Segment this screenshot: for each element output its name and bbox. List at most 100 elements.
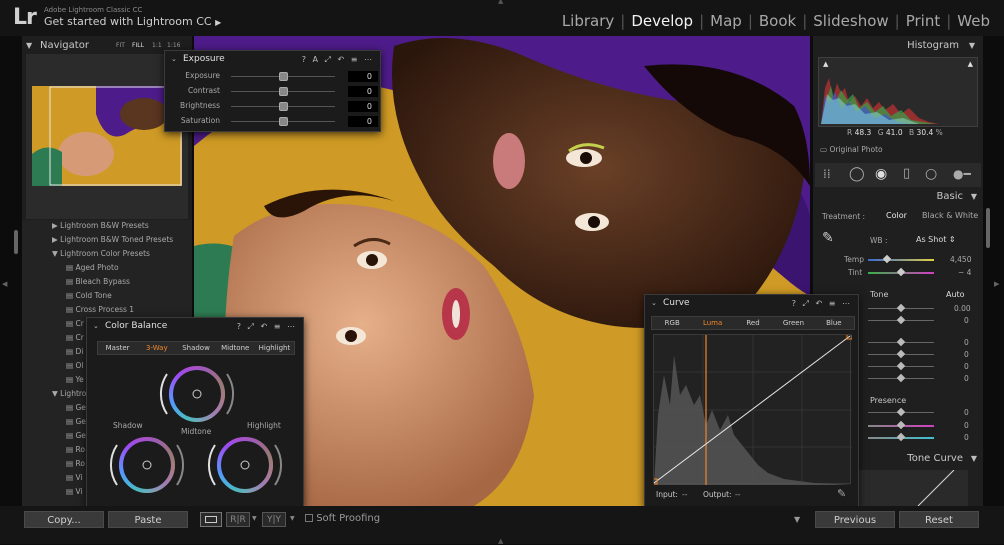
tab-shadow[interactable]: Shadow (176, 342, 215, 354)
histogram-header[interactable]: Histogram ▼ (813, 38, 983, 54)
right-scrollbar[interactable] (986, 208, 990, 248)
temp-track[interactable] (868, 259, 934, 261)
preset-item[interactable]: ▤ Ol (66, 361, 83, 375)
slider-value[interactable]: 0 (348, 71, 378, 82)
slider-thumb[interactable] (279, 117, 288, 126)
red-eye-icon[interactable]: ◉ (875, 166, 887, 182)
identity-plate[interactable]: Get started with Lightroom CC ▶ (44, 15, 221, 28)
slider-thumb[interactable] (279, 102, 288, 111)
brush-icon[interactable]: ●━ (953, 167, 971, 181)
zoom-fill[interactable]: FILL (132, 42, 144, 49)
module-slideshow[interactable]: Slideshow (807, 12, 894, 30)
preset-item[interactable]: ▤ Bleach Bypass (66, 277, 130, 291)
module-map[interactable]: Map (704, 12, 748, 30)
preset-folder[interactable]: ▼ Lightroom Color Presets (52, 249, 150, 263)
preset-item[interactable]: ▤ Cold Tone (66, 291, 112, 305)
original-photo-toggle[interactable]: ▭ Original Photo (820, 145, 883, 154)
zoom-fit[interactable]: FIT (116, 42, 125, 49)
tone-curve-graph[interactable] (858, 469, 968, 507)
copy-button[interactable]: Copy... (24, 511, 104, 528)
slider-value[interactable]: 0 (348, 101, 378, 112)
eyedropper-icon[interactable]: ✎ (837, 487, 846, 500)
preset-item[interactable]: ▤ Ge (66, 417, 86, 431)
chevron-down-icon[interactable]: ⌄ (171, 55, 177, 63)
whites-value[interactable]: 0 (964, 362, 969, 371)
left-scrollbar[interactable] (14, 230, 18, 254)
module-web[interactable]: Web (951, 12, 996, 30)
preset-item[interactable]: ▤ Aged Photo (66, 263, 119, 277)
chevron-down-icon[interactable]: ⌄ (651, 299, 657, 307)
preset-folder[interactable]: ▼ Lightro (52, 389, 86, 403)
panel-toolbar-icons[interactable]: ? ⤢ ↶ ≡ ⋯ (792, 299, 852, 309)
module-book[interactable]: Book (753, 12, 802, 30)
yy-view-button[interactable]: Y|Y (262, 512, 286, 527)
treatment-bw[interactable]: Black & White (922, 211, 978, 220)
blacks-value[interactable]: 0 (964, 374, 969, 383)
loupe-view-icon[interactable] (200, 512, 222, 527)
chevron-down-icon[interactable]: ▼ (290, 515, 295, 522)
saturation-value[interactable]: 0 (964, 433, 969, 442)
preset-item[interactable]: ▤ Vi (66, 487, 83, 501)
preset-item[interactable]: ▤ Cr (66, 333, 84, 347)
paste-button[interactable]: Paste (108, 511, 188, 528)
chevron-down-icon[interactable]: ▼ (252, 515, 257, 522)
crop-icon[interactable]: ⁞⁞ (823, 167, 831, 181)
treatment-color[interactable]: Color (886, 211, 907, 220)
preset-item[interactable]: ▤ Ge (66, 403, 86, 417)
slider-value[interactable]: 0 (348, 86, 378, 97)
preset-folder[interactable]: ▶ Lightroom B&W Presets (52, 221, 149, 235)
preset-item[interactable]: ▤ Vi (66, 473, 83, 487)
preset-item[interactable]: ▤ Ge (66, 431, 86, 445)
clarity-value[interactable]: 0 (964, 408, 969, 417)
tint-value[interactable]: − 4 (958, 268, 971, 277)
zoom-1-1[interactable]: 1:1 (152, 42, 162, 49)
preset-item[interactable]: ▤ Ro (66, 459, 85, 473)
slider-value[interactable]: 0 (348, 116, 378, 127)
shadows-value[interactable]: 0 (964, 350, 969, 359)
histogram-box[interactable]: ▲ ▲ (818, 57, 978, 127)
shadow-wheel[interactable] (110, 437, 184, 493)
preset-item[interactable]: ▤ Cr (66, 319, 84, 333)
highlights-value[interactable]: 0 (964, 338, 969, 347)
tab-3-way[interactable]: 3-Way (137, 342, 176, 354)
wb-eyedropper-icon[interactable]: ✎ (822, 230, 834, 246)
tab-blue[interactable]: Blue (814, 317, 854, 329)
highlight-wheel[interactable] (208, 437, 282, 493)
right-panel-toggle-icon[interactable]: ▶ (994, 280, 999, 288)
preset-item[interactable]: ▤ Di (66, 347, 83, 361)
preset-item[interactable]: ▤ Ye (66, 375, 84, 389)
vibrance-value[interactable]: 0 (964, 421, 969, 430)
basic-header[interactable]: Basic ▼ (813, 190, 983, 204)
tab-rgb[interactable]: RGB (652, 317, 692, 329)
preset-folder[interactable]: ▶ Lightroom B&W Toned Presets (52, 235, 173, 249)
soft-proofing-toggle[interactable]: Soft Proofing (305, 513, 380, 524)
brightness-slider-row[interactable]: Brightness 0 (165, 100, 380, 114)
curve-graph[interactable] (651, 333, 853, 485)
tab-red[interactable]: Red (733, 317, 773, 329)
module-library[interactable]: Library (556, 12, 620, 30)
previous-button[interactable]: Previous (815, 511, 895, 528)
module-print[interactable]: Print (900, 12, 947, 30)
wb-select[interactable]: As Shot ⇕ (916, 235, 956, 244)
temp-value[interactable]: 4,450 (950, 255, 971, 264)
tone-auto-button[interactable]: Auto (946, 290, 965, 299)
midtone-wheel[interactable] (160, 366, 234, 422)
panel-toolbar-icons[interactable]: ? ⤢ ↶ ≡ ⋯ (237, 322, 297, 332)
tab-midtone[interactable]: Midtone (216, 342, 255, 354)
panel-toolbar-icons[interactable]: ? A ⤢ ↶ ≡ ⋯ (302, 55, 374, 65)
preset-item[interactable]: ▤ Ro (66, 445, 85, 459)
zoom-1-16[interactable]: 1:16 (167, 42, 180, 49)
toolbar-menu-icon[interactable]: ▼ (794, 515, 800, 524)
contrast-slider-row[interactable]: Contrast 0 (165, 85, 380, 99)
radial-filter-icon[interactable]: ○ (925, 166, 937, 182)
slider-thumb[interactable] (279, 72, 288, 81)
exposure-value[interactable]: 0.00 (954, 304, 971, 313)
tab-luma[interactable]: Luma (692, 317, 732, 329)
reset-button[interactable]: Reset (899, 511, 979, 528)
saturation-slider-row[interactable]: Saturation 0 (165, 115, 380, 129)
before-after-icon[interactable]: R|R (226, 512, 250, 527)
shadow-clipping-icon[interactable]: ▲ (823, 60, 828, 68)
top-panel-toggle-icon[interactable]: ▲ (498, 0, 503, 5)
highlight-clipping-icon[interactable]: ▲ (968, 60, 973, 68)
contrast-value[interactable]: 0 (964, 316, 969, 325)
